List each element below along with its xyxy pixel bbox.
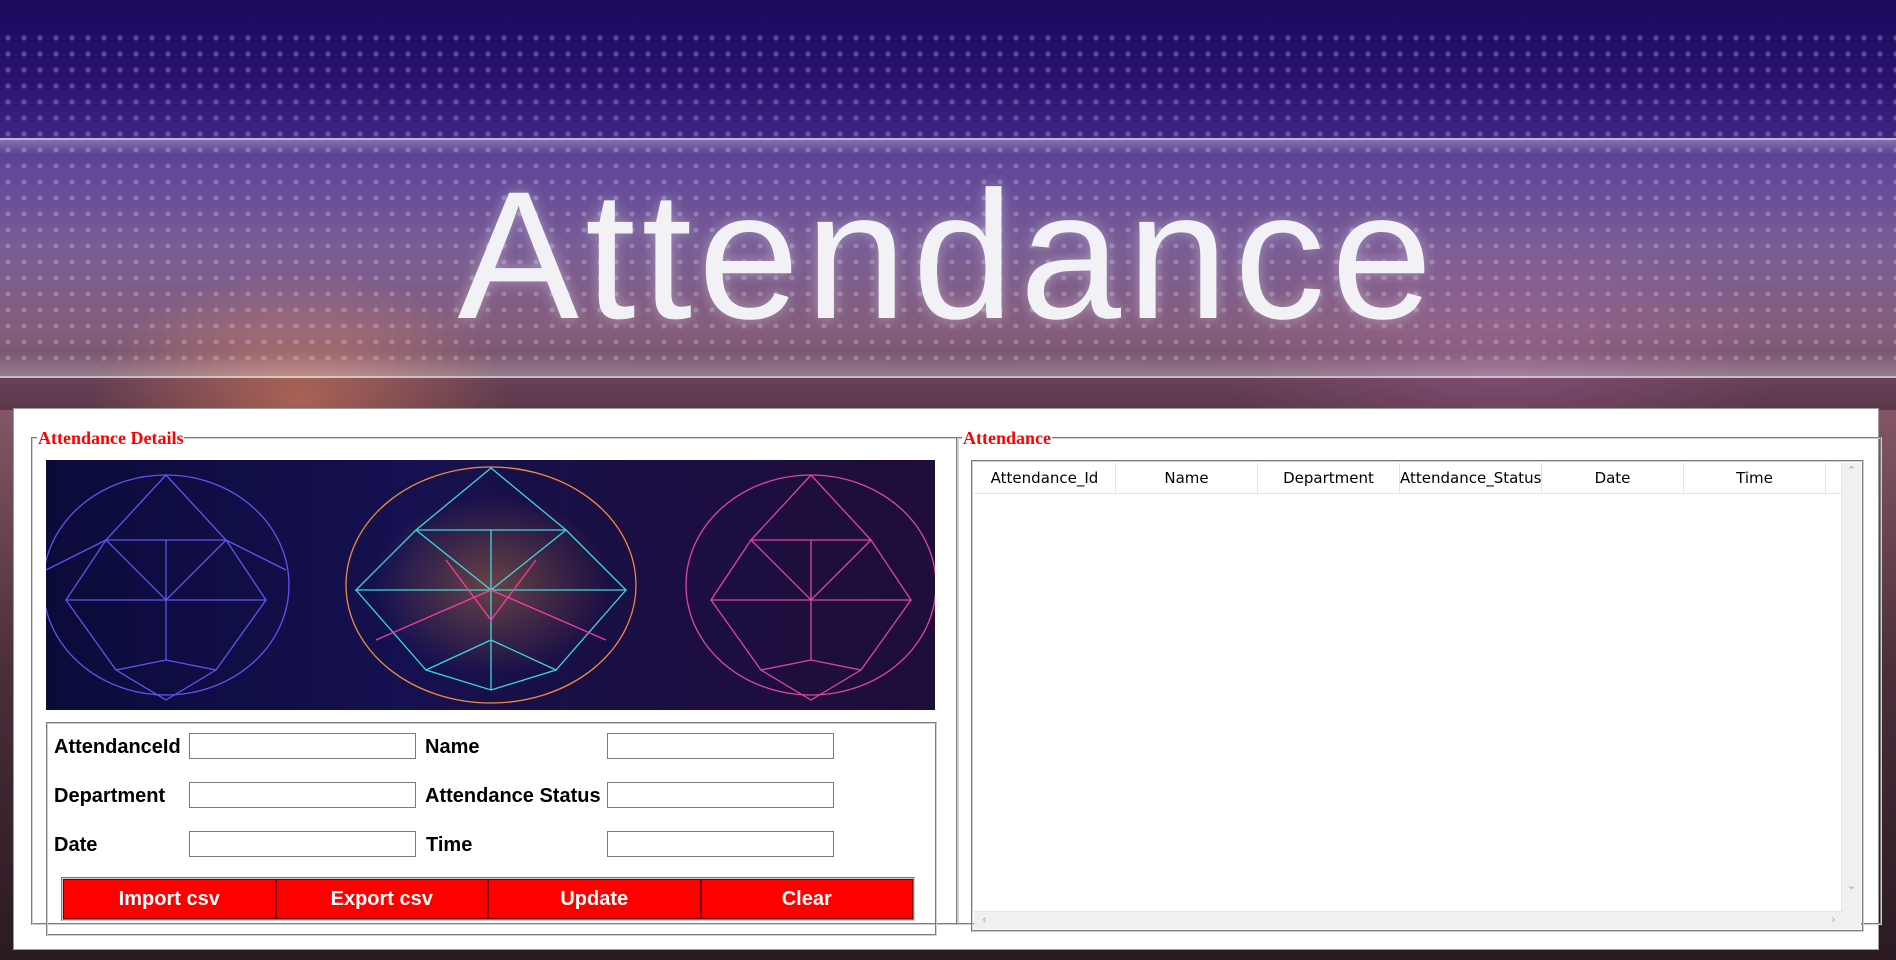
main-panel: Attendance Details AttendanceId Name Dep… [13,408,1882,950]
export-csv-button[interactable]: Export csv [275,879,488,919]
attendance-table-group: Attendance Attendance_Id Name Department At… [956,428,1882,932]
attendance-details-group: Attendance Details AttendanceId Name Dep… [31,428,959,936]
column-header[interactable]: Attendance_Id [974,463,1116,493]
column-header[interactable]: Date [1542,463,1684,493]
scroll-down-arrow-icon[interactable]: ⌄ [1843,878,1860,895]
attendance-status-label: Attendance Status [425,785,601,807]
column-header[interactable]: Department [1258,463,1400,493]
attendance-id-input[interactable] [189,733,416,759]
scroll-up-arrow-icon[interactable]: ⌃ [1843,463,1860,480]
header-banner: Attendance [0,0,1896,410]
column-header[interactable]: Attendance_Status [1400,463,1542,493]
horizontal-scrollbar[interactable]: ‹ › [974,911,1844,929]
button-row: Import csv Export csv Update Clear [61,877,915,921]
attendance-table-legend: Attendance [963,428,1051,448]
time-input[interactable] [607,831,834,857]
column-header[interactable]: Name [1116,463,1258,493]
vertical-scrollbar[interactable]: ⌃ ⌄ [1841,463,1861,913]
name-label: Name [425,736,480,758]
table-header-row: Attendance_Id Name Department Attendance_St… [974,463,1844,494]
attendance-form: AttendanceId Name Department Attendance … [46,722,937,936]
face-mesh-rainbow [345,466,637,704]
face-mesh-pink [685,474,935,701]
name-input[interactable] [607,733,834,759]
banner-title: Attendance [457,153,1439,357]
attendance-table: Attendance_Id Name Department Attendance_St… [971,460,1864,932]
face-mesh-blue [46,474,290,701]
attendance-status-input[interactable] [607,782,834,808]
attendance-table-body[interactable]: Attendance_Id Name Department Attendance_St… [974,463,1844,913]
scroll-right-arrow-icon[interactable]: › [1825,912,1842,929]
column-header[interactable]: Time [1684,463,1826,493]
attendance-details-legend: Attendance Details [38,428,184,448]
date-label: Date [54,834,98,856]
time-label: Time [426,834,473,856]
department-label: Department [54,785,166,807]
import-csv-button[interactable]: Import csv [63,879,276,919]
attendance-id-label: AttendanceId [54,736,181,758]
update-button[interactable]: Update [488,879,701,919]
face-recognition-banner-image [46,460,935,710]
scroll-left-arrow-icon[interactable]: ‹ [976,912,993,929]
date-input[interactable] [189,831,416,857]
department-input[interactable] [189,782,416,808]
clear-button[interactable]: Clear [700,879,913,919]
scrollbar-corner [1842,912,1861,929]
